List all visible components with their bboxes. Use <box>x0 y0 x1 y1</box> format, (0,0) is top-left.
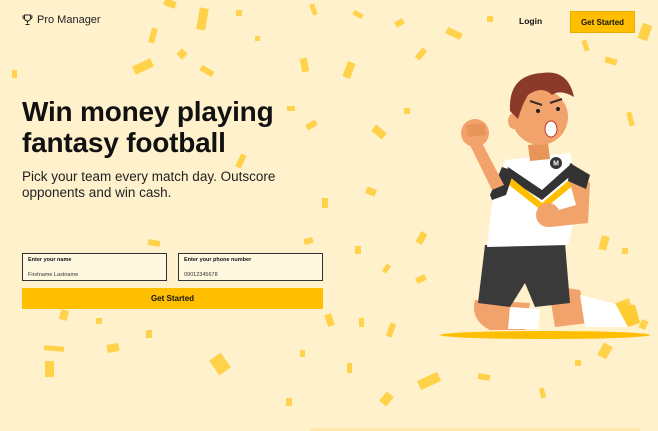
login-link[interactable]: Login <box>519 16 542 26</box>
brand-logo[interactable]: Pro Manager <box>22 14 101 26</box>
hero-subtitle: Pick your team every match day. Outscore… <box>22 169 276 200</box>
nav-get-started-button[interactable]: Get Started <box>570 11 635 33</box>
phone-field-label: Enter your phone number <box>184 257 252 263</box>
jersey-badge: M <box>553 161 559 168</box>
celebrating-player-illustration: M <box>430 55 650 345</box>
phone-field[interactable]: Enter your phone number <box>178 253 323 281</box>
name-field-label: Enter your name <box>28 257 72 263</box>
name-field[interactable]: Enter your name <box>22 253 167 281</box>
brand-name: Pro Manager <box>37 14 101 26</box>
hero-title: Win money playing fantasy football <box>22 96 274 158</box>
navbar: Pro Manager Login Get Started <box>0 0 658 44</box>
name-input[interactable] <box>28 272 162 278</box>
trophy-icon <box>22 14 33 26</box>
phone-input[interactable] <box>184 272 318 278</box>
form-get-started-button[interactable]: Get Started <box>22 288 323 309</box>
